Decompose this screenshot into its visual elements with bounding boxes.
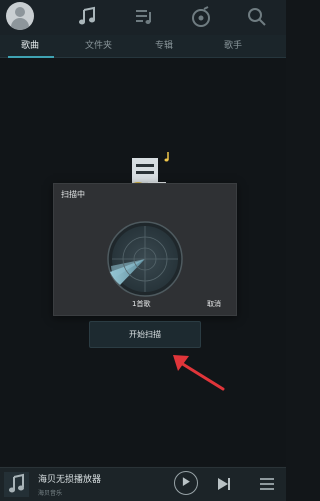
scan-dialog: 扫描中 1首歌 取消 [53, 183, 237, 316]
red-arrow-annotation [173, 355, 225, 391]
playlist-menu-icon[interactable] [259, 477, 275, 491]
tab-songs[interactable]: 歌曲 [21, 35, 39, 57]
disc-icon[interactable] [190, 6, 212, 28]
cancel-button[interactable]: 取消 [207, 299, 221, 309]
mini-player: 海贝无损播放器 海贝音乐 [0, 467, 286, 501]
music-note-icon[interactable] [76, 6, 98, 28]
tab-artists[interactable]: 歌手 [224, 35, 242, 57]
start-scan-button[interactable]: 开始扫描 [89, 321, 201, 348]
tab-folders[interactable]: 文件夹 [85, 35, 112, 57]
track-artist: 海贝音乐 [38, 490, 63, 497]
next-track-icon[interactable] [216, 477, 232, 491]
play-button[interactable] [174, 471, 198, 495]
user-avatar-icon[interactable] [6, 2, 34, 30]
search-icon[interactable] [246, 6, 268, 28]
scan-count: 1首歌 [132, 300, 151, 308]
playlist-icon[interactable] [133, 6, 155, 28]
album-art-music-icon[interactable] [4, 472, 29, 497]
track-title: 海贝无损播放器 [38, 475, 102, 485]
radar-scan-icon [107, 221, 183, 297]
tab-bar: 歌曲 文件夹 专辑 歌手 [0, 35, 286, 58]
dialog-title: 扫描中 [61, 190, 85, 199]
play-icon [182, 477, 190, 486]
tab-albums[interactable]: 专辑 [155, 35, 173, 57]
top-bar [0, 0, 286, 35]
